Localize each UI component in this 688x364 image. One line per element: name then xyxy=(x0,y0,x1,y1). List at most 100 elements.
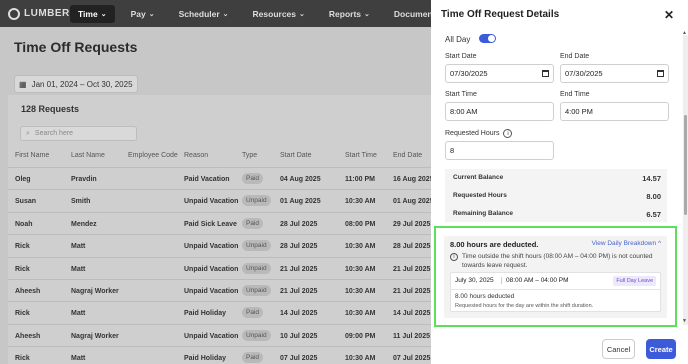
all-day-toggle[interactable] xyxy=(479,34,496,43)
nav-resources[interactable]: Resources ⌄ xyxy=(245,5,313,23)
cancel-button[interactable]: Cancel xyxy=(602,339,635,359)
column-header[interactable]: First Name xyxy=(15,152,49,159)
logo[interactable]: LUMBER xyxy=(8,7,70,20)
cell-last: Matt xyxy=(71,265,86,273)
deducted-hours-title: 8.00 hours are deducted. xyxy=(450,240,539,249)
toggle-knob xyxy=(488,35,495,42)
type-badge: Paid xyxy=(242,352,264,364)
start-date-label: Start Date xyxy=(445,53,477,60)
close-icon[interactable]: ✕ xyxy=(664,8,674,22)
modal-scrollbar[interactable] xyxy=(683,35,688,325)
cell-start-date: 28 Jul 2025 xyxy=(280,220,318,228)
requests-table-card: 128 Requests ⌕ Search here First Name Las… xyxy=(8,95,438,364)
full-day-leave-badge: Full Day Leave xyxy=(613,276,656,286)
scroll-down-icon[interactable]: ▼ xyxy=(682,318,687,324)
day-date: July 30, 2025 xyxy=(455,277,494,284)
cell-last: Matt xyxy=(71,355,86,363)
type-badge: Paid xyxy=(242,173,264,184)
cell-start-time: 10:30 AM xyxy=(345,288,376,295)
cell-reason: Unpaid Vacation xyxy=(184,243,239,251)
cell-first: Aheesh xyxy=(15,332,41,340)
chevron-down-icon: ⌄ xyxy=(364,10,370,18)
end-date-field[interactable]: 07/30/2025 xyxy=(560,64,669,83)
nav-time[interactable]: Time ⌄ xyxy=(70,4,115,23)
cell-last: Nagraj Worker xyxy=(71,288,119,295)
cell-end-date: 01 Aug 2025 xyxy=(393,198,434,206)
cell-end-date: 11 Jul 2025 xyxy=(393,332,430,340)
column-header[interactable]: Type xyxy=(242,152,257,159)
table-row[interactable]: Susan Smith Unpaid Vacation Unpaid 01 Aug 20… xyxy=(8,189,438,211)
cell-end-date: 16 Aug 2025 xyxy=(393,176,434,183)
table-row[interactable]: Oleg Pravdin Paid Vacation Paid 04 Aug 2025 1… xyxy=(8,167,438,189)
date-range-picker[interactable]: ▦ Jan 01, 2024 – Oct 30, 2025 xyxy=(14,75,138,93)
table-row[interactable]: Rick Matt Unpaid Vacation Unpaid 28 Jul 2025… xyxy=(8,234,438,256)
cell-first: Oleg xyxy=(15,176,31,183)
deduction-summary: 8.00 hours are deducted. View Daily Brea… xyxy=(444,236,667,318)
column-header[interactable]: Last Name xyxy=(71,152,105,159)
nav-scheduler[interactable]: Scheduler ⌄ xyxy=(171,5,237,23)
day-hours-deducted: 8.00 hours deducted xyxy=(455,293,515,300)
start-date-field[interactable]: 07/30/2025 xyxy=(445,64,554,83)
table-row[interactable]: Rick Matt Paid Holiday Paid 14 Jul 2025 10:30… xyxy=(8,301,438,323)
cell-first: Rick xyxy=(15,265,30,273)
table-row[interactable]: Noah Mendez Paid Sick Leave Paid 28 Jul 2025… xyxy=(8,211,438,234)
cell-start-time: 11:00 PM xyxy=(345,176,375,183)
cell-start-date: 21 Jul 2025 xyxy=(280,288,318,295)
chevron-down-icon: ⌄ xyxy=(100,10,107,18)
cell-last: Nagraj Worker xyxy=(71,332,119,340)
search-input[interactable]: ⌕ Search here xyxy=(20,126,137,141)
cell-last: Smith xyxy=(71,198,91,206)
cell-reason: Paid Vacation xyxy=(184,176,230,183)
cell-first: Rick xyxy=(15,355,30,363)
scrollbar-thumb[interactable] xyxy=(684,115,687,215)
column-header[interactable]: Start Date xyxy=(280,152,312,159)
nav-reports[interactable]: Reports ⌄ xyxy=(321,5,378,23)
requested-hours-field[interactable]: 8 xyxy=(445,141,554,160)
current-balance-row: Current Balance 14.57 xyxy=(453,174,661,183)
info-icon[interactable]: i xyxy=(503,129,513,138)
cell-reason: Paid Holiday xyxy=(184,355,227,363)
all-day-label: All Day xyxy=(445,35,471,44)
cell-start-date: 21 Jul 2025 xyxy=(280,265,318,273)
table-row[interactable]: Aheesh Nagraj Worker Unpaid Vacation Unpaid… xyxy=(8,279,438,301)
end-time-field[interactable]: 4:00 PM xyxy=(560,102,669,121)
daily-breakdown-card: July 30, 2025 08:00 AM – 04:00 PM Full D… xyxy=(450,272,661,312)
cell-first: Noah xyxy=(15,220,33,228)
scroll-up-icon[interactable]: ▲ xyxy=(682,30,687,36)
divider xyxy=(451,289,660,290)
cell-last: Matt xyxy=(71,310,86,318)
column-header[interactable]: End Date xyxy=(393,152,422,159)
cell-start-date: 04 Aug 2025 xyxy=(280,176,321,183)
requested-hours-label: Requested Hours i xyxy=(445,129,513,138)
end-date-label: End Date xyxy=(560,53,590,60)
end-time-label: End Time xyxy=(560,91,590,98)
cell-first: Aheesh xyxy=(15,288,41,295)
create-button[interactable]: Create xyxy=(646,339,676,359)
start-time-field[interactable]: 8:00 AM xyxy=(445,102,554,121)
column-header[interactable]: Reason xyxy=(184,152,208,159)
type-badge: Unpaid xyxy=(242,285,271,296)
column-header[interactable]: Start Time xyxy=(345,152,377,159)
day-time: 08:00 AM – 04:00 PM xyxy=(501,277,569,284)
type-badge: Unpaid xyxy=(242,262,271,274)
nav-pay[interactable]: Pay ⌄ xyxy=(123,5,163,23)
chevron-up-icon: ^ xyxy=(657,240,661,247)
cell-start-date: 14 Jul 2025 xyxy=(280,310,318,318)
cell-start-time: 09:00 PM xyxy=(345,332,376,340)
column-header[interactable]: Employee Code xyxy=(128,152,178,159)
day-detail: Requested hours for the day are within t… xyxy=(455,303,594,309)
page-title: Time Off Requests xyxy=(14,39,138,55)
table-row[interactable]: Aheesh Nagraj Worker Unpaid Vacation Unpaid… xyxy=(8,323,438,346)
cell-reason: Unpaid Vacation xyxy=(184,332,239,340)
table-header: First Name Last Name Employee Code Reaso… xyxy=(8,152,438,164)
balance-summary: Current Balance 14.57 Requested Hours 8.00… xyxy=(445,169,667,222)
cell-reason: Paid Sick Leave xyxy=(184,220,237,228)
view-daily-breakdown-link[interactable]: View Daily Breakdown ^ xyxy=(592,240,661,247)
type-badge: Unpaid xyxy=(242,240,271,252)
chevron-down-icon: ⌄ xyxy=(299,10,305,18)
cell-first: Susan xyxy=(15,198,37,206)
table-row[interactable]: Rick Matt Unpaid Vacation Unpaid 21 Jul 2025… xyxy=(8,256,438,279)
table-row[interactable]: Rick Matt Paid Holiday Paid 07 Jul 2025 10:30… xyxy=(8,346,438,364)
modal-title: Time Off Request Details xyxy=(441,9,560,20)
type-badge: Unpaid xyxy=(242,195,271,207)
